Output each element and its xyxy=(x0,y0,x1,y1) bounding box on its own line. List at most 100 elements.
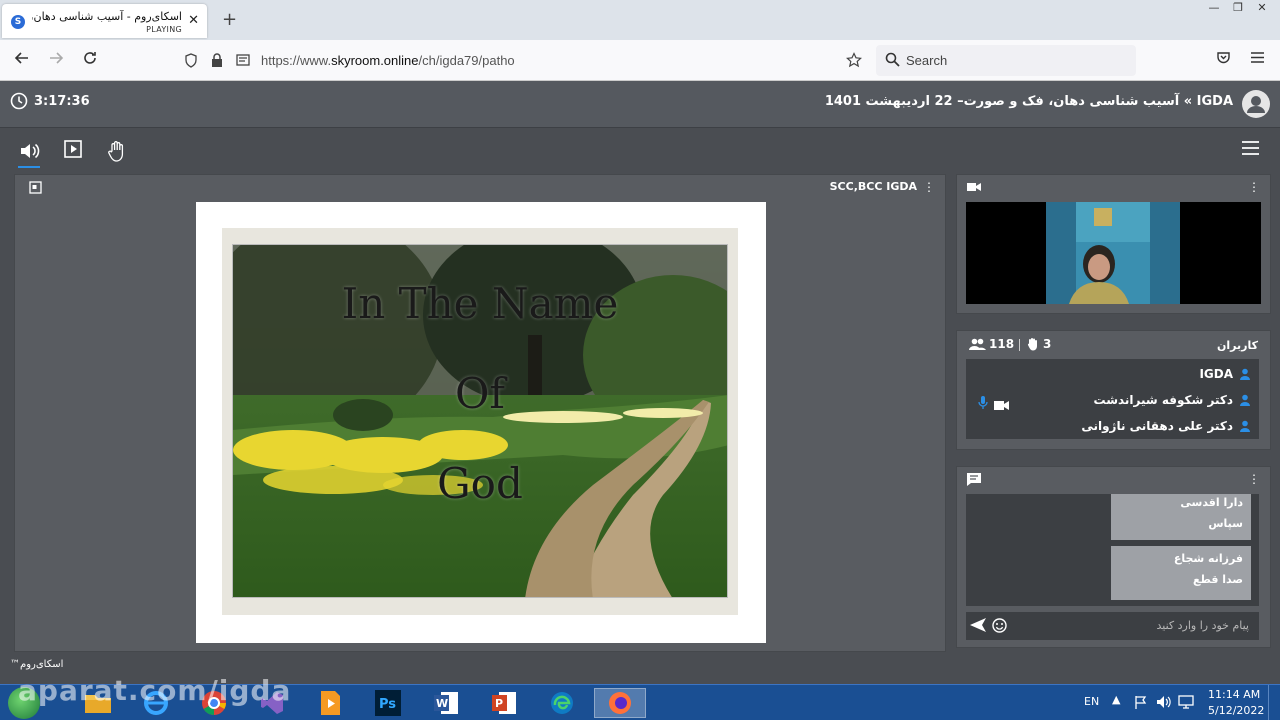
minimize-button[interactable]: — xyxy=(1202,0,1226,18)
camera-icon xyxy=(967,181,981,195)
message-author: دارا اقدسی xyxy=(1180,496,1243,509)
show-desktop-button[interactable] xyxy=(1268,685,1280,720)
new-tab-button[interactable]: + xyxy=(222,9,237,30)
user-row[interactable]: دکتر علی دهقانی ناژوانی xyxy=(1081,416,1251,436)
user-row[interactable]: دکتر شکوفه شیراندشت xyxy=(1093,390,1251,410)
shield-icon[interactable] xyxy=(184,53,198,71)
message-text: صدا قطع xyxy=(1192,573,1243,586)
user-icon xyxy=(1240,368,1250,380)
aparat-watermark: aparat.com/igda xyxy=(18,674,292,707)
room-header: 3:17:36 IGDA » آسیب شناسی دهان، فک و صور… xyxy=(0,81,1280,128)
clock-icon xyxy=(10,92,28,110)
search-bar[interactable]: Search xyxy=(876,45,1136,76)
microphone-icon xyxy=(978,396,988,413)
pocket-icon[interactable] xyxy=(1216,50,1231,70)
app-menu-icon[interactable] xyxy=(1250,50,1265,70)
page-info-icon[interactable] xyxy=(236,53,250,70)
forward-icon[interactable] xyxy=(48,50,64,71)
participants-icon xyxy=(969,338,986,353)
webcam-video[interactable] xyxy=(966,202,1261,304)
garden-path-photo: In The Name Of God xyxy=(232,244,728,598)
slide-line-1: In The Name xyxy=(341,279,619,328)
url-domain: skyroom.online xyxy=(331,53,419,68)
elapsed-time: 3:17:36 xyxy=(34,93,90,109)
emoji-icon[interactable] xyxy=(992,618,1007,636)
svg-text:W: W xyxy=(436,697,448,710)
photoshop-icon[interactable]: Ps xyxy=(362,688,414,718)
window-controls: — ❐ ✕ xyxy=(1202,0,1274,18)
firefox-icon[interactable] xyxy=(594,688,646,718)
skyroom-brand: اسکای‌روم™ xyxy=(10,659,64,670)
lock-icon[interactable] xyxy=(211,53,223,71)
reload-icon[interactable] xyxy=(82,50,98,71)
chat-input[interactable]: پیام خود را وارد کنید xyxy=(966,612,1259,640)
message-author: فرزانه شجاع xyxy=(1173,552,1243,565)
user-icon xyxy=(1240,420,1250,432)
browser-navbar: https://www.skyroom.online/ch/igda79/pat… xyxy=(0,40,1280,81)
tray-expand-icon[interactable]: ▲ xyxy=(1112,693,1120,706)
tab-title: اسکای‌روم - آسیب شناسی دهان، فـ xyxy=(32,10,182,23)
video-panel: ⋮ xyxy=(956,174,1271,314)
room-toolbar xyxy=(0,128,1280,174)
session-timer: 3:17:36 xyxy=(10,92,90,110)
word-icon[interactable]: W xyxy=(420,688,472,718)
clock-date[interactable]: 5/12/2022 xyxy=(1208,704,1264,717)
restore-button[interactable]: ❐ xyxy=(1226,0,1250,18)
toggle-panel-icon[interactable] xyxy=(29,181,42,197)
chat-placeholder: پیام خود را وارد کنید xyxy=(1156,619,1249,632)
user-row[interactable]: IGDA xyxy=(1199,364,1251,384)
speaker-icon[interactable] xyxy=(18,140,40,168)
tray-flag-icon[interactable] xyxy=(1134,695,1148,712)
chat-message: دارا اقدسی سپاس xyxy=(1111,494,1251,540)
browser-tab-strip: S اسکای‌روم - آسیب شناسی دهان، فـ PLAYIN… xyxy=(0,0,1280,40)
slide-line-2: Of xyxy=(455,369,505,418)
user-icon xyxy=(1240,394,1250,406)
presenter-label: SCC,BCC IGDA xyxy=(829,180,917,193)
volume-icon[interactable] xyxy=(1156,695,1172,712)
chat-icon xyxy=(967,473,981,489)
edge-icon[interactable] xyxy=(536,688,588,718)
raised-hands-icon xyxy=(1027,337,1039,354)
language-indicator[interactable]: EN xyxy=(1084,695,1099,708)
skyroom-favicon-icon: S xyxy=(11,15,25,29)
raised-hands-count: 3 xyxy=(1043,337,1052,351)
hamburger-menu-icon[interactable] xyxy=(1241,140,1260,161)
svg-text:Ps: Ps xyxy=(379,697,396,712)
users-panel-header: 118 3 کاربران xyxy=(967,335,1262,353)
presentation-stage: SCC,BCC IGDA ⋮ In The Name Of God xyxy=(14,174,946,652)
close-window-button[interactable]: ✕ xyxy=(1250,0,1274,18)
bookmark-star-icon[interactable] xyxy=(846,52,862,71)
raise-hand-icon[interactable] xyxy=(108,140,126,167)
powerpoint-icon[interactable]: P xyxy=(478,688,530,718)
participant-count: 118 xyxy=(989,337,1015,351)
browser-tab[interactable]: S اسکای‌روم - آسیب شناسی دهان، فـ PLAYIN… xyxy=(2,4,207,38)
send-icon[interactable] xyxy=(970,618,986,635)
back-icon[interactable] xyxy=(14,50,30,71)
chat-panel: ⋮ دارا اقدسی سپاس فرزانه شجاع صدا قطع پی… xyxy=(956,466,1271,648)
user-name: دکتر شکوفه شیراندشت xyxy=(1093,393,1233,407)
chat-message: فرزانه شجاع صدا قطع xyxy=(1111,546,1251,600)
chat-menu-icon[interactable]: ⋮ xyxy=(1248,472,1260,486)
address-bar[interactable]: https://www.skyroom.online/ch/igda79/pat… xyxy=(176,45,870,76)
profile-avatar-icon[interactable] xyxy=(1242,90,1270,118)
url-text[interactable]: https://www.skyroom.online/ch/igda79/pat… xyxy=(261,53,515,68)
speaker-video-image xyxy=(1046,202,1180,304)
video-menu-icon[interactable]: ⋮ xyxy=(1248,180,1260,194)
user-name: دکتر علی دهقانی ناژوانی xyxy=(1081,419,1233,433)
message-text: سپاس xyxy=(1208,517,1243,530)
clock-time[interactable]: 11:14 AM xyxy=(1208,688,1260,701)
stage-menu-icon[interactable]: ⋮ xyxy=(923,180,935,194)
users-list: IGDA دکتر شکوفه شیراندشت دکتر علی دهقانی… xyxy=(966,359,1259,439)
network-icon[interactable] xyxy=(1178,695,1194,712)
media-play-icon[interactable] xyxy=(64,140,82,163)
close-tab-icon[interactable]: ✕ xyxy=(188,13,199,28)
media-player-icon[interactable] xyxy=(304,688,356,718)
search-icon xyxy=(885,52,900,70)
slide-matte: In The Name Of God xyxy=(222,228,738,615)
tab-playing-label: PLAYING xyxy=(146,25,182,34)
user-camera-icon xyxy=(994,399,1009,413)
url-prefix: https://www. xyxy=(261,53,332,68)
chat-messages: دارا اقدسی سپاس فرزانه شجاع صدا قطع xyxy=(966,494,1259,606)
users-panel-title: کاربران xyxy=(1217,339,1258,352)
divider xyxy=(1019,339,1020,351)
